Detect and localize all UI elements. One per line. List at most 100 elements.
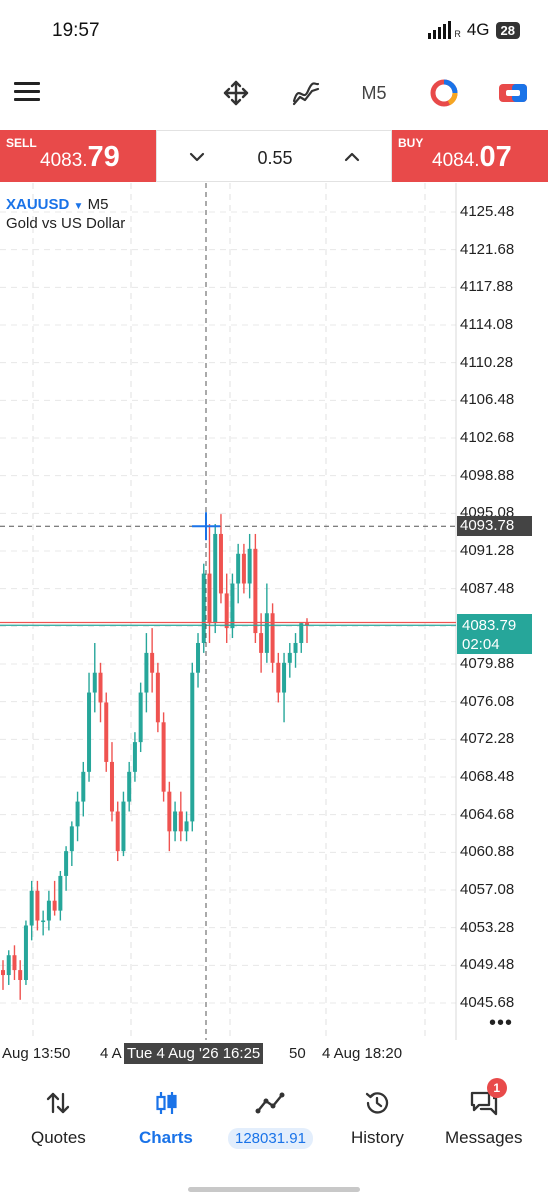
candle-body (270, 613, 275, 663)
crosshair-time-label: Tue 4 Aug '26 16:25 (124, 1043, 264, 1064)
candle-body (12, 955, 17, 971)
candle-body (98, 672, 103, 703)
current-price-label: 4083.79 02:04 (457, 614, 532, 654)
price-axis-label: 4114.08 (460, 316, 514, 333)
home-indicator[interactable] (188, 1187, 360, 1192)
candle-body (207, 573, 212, 624)
status-bar: 19:57 R 4G 28 (0, 0, 548, 62)
time-axis-label: 4 A (100, 1045, 122, 1062)
objects-icon[interactable] (426, 74, 462, 112)
price-axis-label: 4087.48 (460, 579, 515, 597)
candle-body (264, 613, 269, 653)
more-icon[interactable]: ••• (489, 1012, 513, 1035)
price-chart[interactable] (0, 183, 548, 1040)
tab-trade[interactable]: 128031.91 (228, 1088, 313, 1149)
price-axis-label: 4117.88 (460, 278, 514, 296)
candle-body (161, 722, 166, 792)
candle-body (184, 821, 189, 832)
candle-body (241, 553, 246, 584)
candle-body (293, 642, 298, 653)
candle-body (92, 672, 97, 693)
candle-body (132, 742, 137, 772)
messages-icon: 1 (469, 1078, 507, 1118)
current-price: 4083.79 (462, 617, 517, 634)
price-axis-label: 4106.48 (460, 391, 515, 409)
messages-badge: 1 (486, 1078, 507, 1098)
tab-history[interactable]: History (351, 1088, 404, 1148)
battery-icon: 28 (495, 21, 520, 39)
price-axis-label: 4060.88 (460, 843, 515, 861)
candle-body (299, 623, 304, 643)
candle-body (213, 533, 218, 624)
status-icons: R 4G 28 (428, 20, 520, 40)
network-type: 4G (466, 20, 490, 39)
candle-body (109, 761, 114, 812)
price-axis-label: 4068.48 (460, 768, 515, 785)
price-axis-label: 4076.08 (460, 692, 515, 710)
price-axis-label: 4045.68 (460, 994, 515, 1011)
candle-body (218, 533, 223, 594)
candle-body (6, 955, 11, 976)
tab-charts[interactable]: Charts (139, 1088, 193, 1148)
price-axis-label: 4053.28 (460, 918, 515, 936)
price-axis-label: 4079.88 (460, 655, 515, 672)
time-axis-label: 4 Aug 18:20 (322, 1045, 403, 1062)
candle-body (190, 672, 195, 822)
candle-body (52, 900, 57, 911)
bottom-navigation: Quotes Charts 128031.91 History 1 Messag… (0, 1078, 548, 1170)
time-axis-label: Aug 13:50 (2, 1045, 71, 1062)
bar-countdown: 02:04 (462, 636, 500, 653)
candle-body (282, 662, 287, 693)
candle-body (155, 672, 160, 723)
one-click-trading-panel: SELL 4083.79 0.55 BUY 4084.07 (0, 130, 548, 182)
candle-body (247, 548, 252, 584)
candle-body (287, 652, 292, 663)
buy-label: BUY (398, 136, 424, 150)
price-axis-label: 4102.68 (460, 429, 515, 446)
time-axis-label: 50 (289, 1045, 306, 1062)
tab-messages[interactable]: 1 Messages (445, 1078, 522, 1148)
candle-body (87, 692, 92, 772)
candle-body (173, 811, 178, 832)
chevron-up-icon[interactable] (340, 145, 364, 169)
trade-chart-icon (255, 1088, 285, 1118)
timeframe-button[interactable]: M5 (356, 74, 392, 112)
chart-symbol[interactable]: XAUUSD ▼ M5 (6, 196, 108, 213)
candle-body (64, 851, 69, 876)
price-axis-label: 4072.28 (460, 730, 515, 748)
price-axis-label: 4110.28 (460, 353, 514, 371)
candle-body (167, 791, 172, 832)
candle-body (178, 811, 183, 832)
indicators-icon[interactable] (288, 74, 324, 112)
crosshair-move-icon[interactable] (218, 74, 254, 112)
chart-canvas[interactable] (0, 183, 548, 1040)
chart-description: Gold vs US Dollar (6, 215, 126, 232)
candle-body (121, 801, 126, 852)
menu-icon[interactable] (14, 80, 40, 102)
price-axis-label: 4091.28 (460, 542, 515, 559)
candle-body (230, 583, 235, 629)
price-axis-label: 4064.68 (460, 805, 515, 823)
history-icon (362, 1088, 392, 1118)
candle-body (144, 652, 149, 693)
candle-body (41, 920, 46, 923)
candle-body (201, 573, 206, 643)
candle-body (69, 826, 74, 852)
status-time: 19:57 (52, 20, 100, 41)
candle-body (115, 811, 120, 852)
buy-button[interactable]: BUY 4084.07 (392, 130, 548, 182)
sell-price: 4083.79 (40, 141, 120, 173)
candle-body (46, 900, 51, 921)
quotes-icon (43, 1088, 73, 1118)
buy-price: 4084.07 (432, 141, 512, 173)
account-balance: 128031.91 (228, 1128, 313, 1149)
price-axis-label: 4121.68 (460, 240, 515, 258)
tab-quotes[interactable]: Quotes (31, 1088, 86, 1148)
candle-body (1, 970, 5, 976)
candle-body (236, 553, 241, 584)
sell-button[interactable]: SELL 4083.79 (0, 130, 156, 182)
lot-size-selector: 0.55 (156, 130, 392, 182)
trade-icon[interactable] (496, 74, 530, 112)
crosshair-price-label: 4093.78 (457, 516, 532, 536)
price-axis-label: 4098.88 (460, 466, 515, 484)
